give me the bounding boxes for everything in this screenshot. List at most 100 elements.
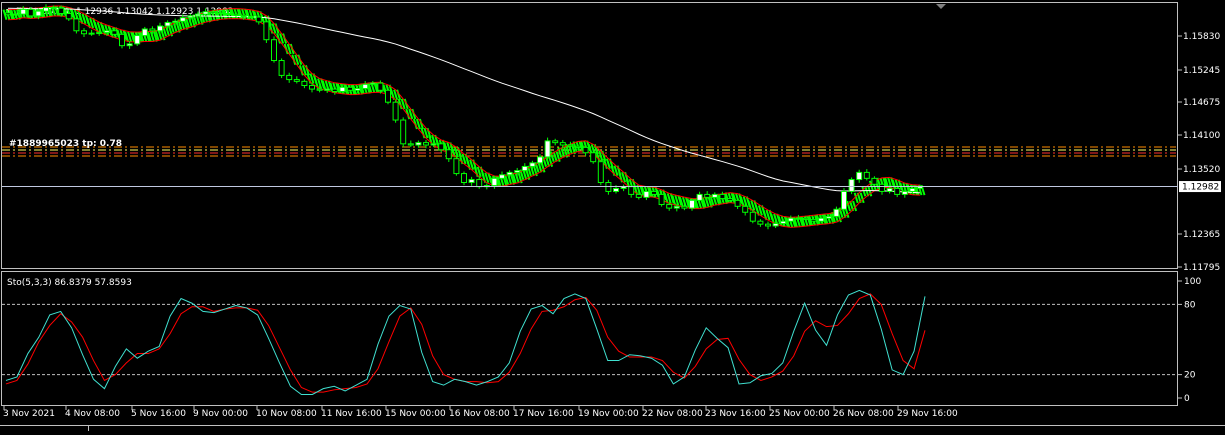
candle	[263, 19, 270, 43]
candle-body	[179, 17, 186, 22]
time-tick-label: 11 Nov 16:00	[321, 409, 382, 419]
time-axis: 3 Nov 2021 4 Nov 08:00 5 Nov 16:00 9 Nov 00…	[3, 406, 958, 419]
candle-body	[255, 16, 262, 23]
candle-body	[35, 10, 42, 17]
stochastic-frame	[1, 271, 1178, 406]
candle	[643, 189, 650, 201]
candle-body	[727, 198, 733, 201]
candle	[734, 198, 741, 209]
candle-body	[635, 193, 642, 198]
candle-body	[590, 152, 597, 163]
candle-body	[286, 74, 293, 81]
candle	[278, 58, 285, 79]
price-tick-label: 1.12365	[1183, 230, 1220, 240]
candle-body	[339, 86, 346, 92]
candle-body	[88, 32, 95, 35]
chart-window[interactable]: EURUSD,H4 1.12936 1.13042 1.12923 1.1298…	[0, 0, 1225, 431]
candle-body	[5, 12, 11, 16]
candle	[453, 155, 460, 176]
candle-body	[271, 39, 277, 62]
candle-body	[689, 199, 695, 209]
candle-body	[96, 32, 103, 35]
candle-body	[559, 142, 566, 146]
candle-body	[309, 85, 315, 90]
main-chart-frame	[1, 2, 1178, 269]
candle-body	[126, 43, 133, 47]
candle-body	[818, 217, 825, 222]
candle-body	[476, 179, 483, 188]
candle	[597, 159, 604, 186]
candle-body	[575, 145, 581, 148]
candle-body	[582, 146, 589, 154]
candle	[119, 32, 125, 49]
price-tick-label: 1.11795	[1183, 263, 1220, 273]
candle-body	[119, 33, 125, 47]
candle	[757, 219, 764, 227]
candle-body	[12, 13, 19, 16]
moving-average-band	[2, 5, 926, 228]
candle-body	[248, 15, 255, 18]
candle-body	[233, 13, 239, 16]
candle-body	[529, 162, 536, 167]
candle-body	[157, 25, 163, 32]
candle-body	[757, 220, 764, 225]
candle-body	[27, 8, 34, 17]
candle-body	[43, 7, 49, 12]
candle-body	[871, 177, 878, 185]
price-tick-label: 1.15245	[1183, 66, 1220, 76]
chart-shift-marker-icon[interactable]	[936, 4, 946, 9]
candle-body	[765, 223, 771, 227]
candle-body	[544, 140, 551, 158]
time-tick-label: 15 Nov 00:00	[385, 409, 446, 419]
candle-body	[65, 13, 72, 20]
current-price-label: 1.12982	[1182, 183, 1219, 193]
candle-body	[848, 179, 855, 192]
candle-body	[385, 89, 391, 103]
candle	[605, 179, 612, 195]
candle-body	[392, 101, 399, 121]
candle-body	[810, 218, 817, 222]
candle	[871, 176, 878, 187]
candle-body	[263, 21, 270, 41]
candle-body	[734, 199, 741, 207]
time-tick-label: 17 Nov 16:00	[513, 409, 574, 419]
candle-body	[886, 187, 893, 192]
candle-body	[787, 217, 794, 222]
price-axis: 1.15830 1.15245 1.14675 1.14100 1.13520 1.123…	[1178, 32, 1220, 273]
candle-body	[362, 83, 369, 89]
candle-body	[909, 187, 916, 192]
time-tick-label: 3 Nov 2021	[3, 409, 55, 419]
candle-body	[742, 205, 749, 213]
time-tick-label: 16 Nov 08:00	[449, 409, 510, 419]
candle	[81, 28, 87, 38]
chart-canvas[interactable]: EURUSD,H4 1.12936 1.13042 1.12923 1.1298…	[0, 0, 1225, 431]
candle-body	[430, 143, 437, 146]
time-tick-label: 29 Nov 16:00	[897, 409, 958, 419]
candle-body	[438, 143, 445, 151]
candle-body	[696, 193, 703, 201]
candle-body	[172, 20, 179, 23]
candle-body	[423, 142, 429, 146]
candle-body	[803, 217, 809, 220]
candle-body	[415, 142, 422, 146]
current-price-tag: 1.12982	[1179, 181, 1221, 193]
candle-body	[825, 215, 832, 219]
candle-body	[719, 193, 726, 200]
candle	[841, 188, 847, 212]
candle-body	[681, 205, 688, 209]
candle-body	[202, 11, 209, 15]
candle-body	[772, 223, 779, 227]
price-tick-label: 1.14100	[1183, 131, 1220, 141]
candle-body	[20, 8, 27, 15]
candle-body	[651, 190, 657, 195]
candle-body	[195, 13, 201, 17]
candle	[461, 171, 467, 186]
candle-body	[749, 211, 756, 222]
candle-body	[841, 190, 847, 210]
stochastic-tick-label: 100	[1184, 277, 1201, 287]
stochastic-tick-label: 20	[1184, 371, 1196, 381]
candle	[286, 72, 293, 83]
time-tick-label: 19 Nov 00:00	[578, 409, 639, 419]
time-tick-label: 23 Nov 16:00	[705, 409, 766, 419]
candle-body	[666, 204, 673, 209]
